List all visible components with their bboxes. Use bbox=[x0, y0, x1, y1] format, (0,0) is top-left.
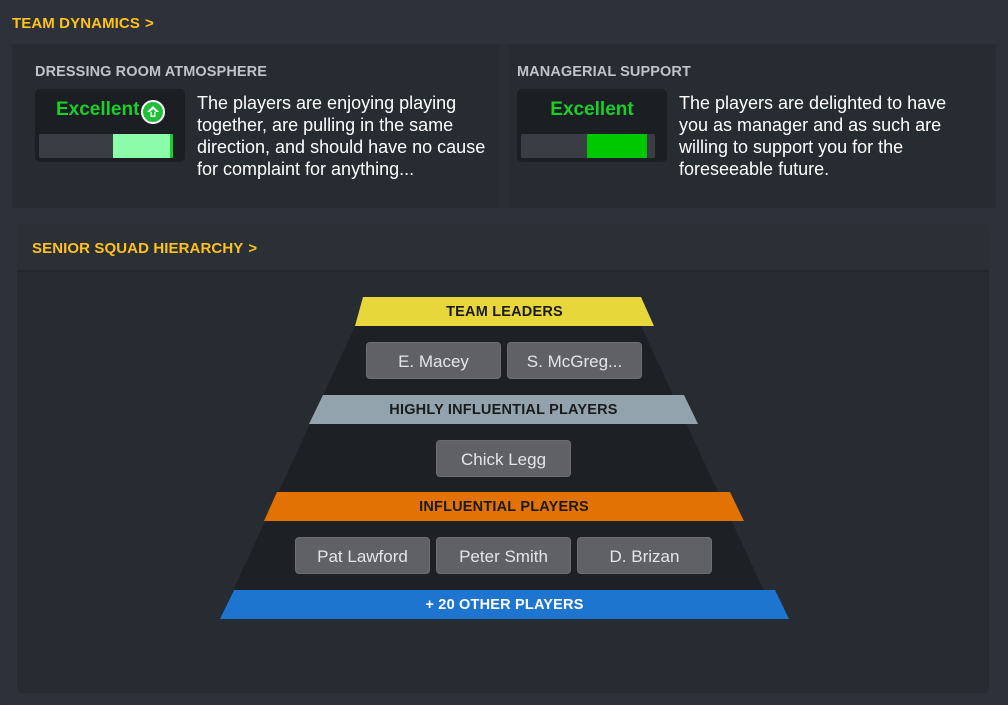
managerial-support-rating-box: Excellent bbox=[517, 89, 667, 162]
managerial-support-meter bbox=[521, 134, 655, 158]
managerial-support-rating: Excellent bbox=[550, 99, 634, 120]
managerial-support-meter-fill bbox=[586, 134, 647, 158]
player-chip-s-mcgregor[interactable]: S. McGreg... bbox=[507, 342, 642, 379]
tier-label-highly[interactable]: HIGHLY INFLUENTIAL PLAYERS bbox=[309, 402, 698, 418]
tier-label-other[interactable]: + 20 OTHER PLAYERS bbox=[220, 597, 789, 613]
dynamics-panel: DRESSING ROOM ATMOSPHERE Excellent The p… bbox=[12, 44, 996, 208]
managerial-support-description: The players are delighted to have you as… bbox=[679, 93, 947, 179]
managerial-support-title: MANAGERIAL SUPPORT bbox=[517, 64, 691, 80]
player-chip-peter-smith[interactable]: Peter Smith bbox=[436, 537, 571, 574]
player-chip-pat-lawford[interactable]: Pat Lawford bbox=[295, 537, 430, 574]
dressing-room-meter-fill bbox=[112, 134, 173, 158]
team-dynamics-header[interactable]: TEAM DYNAMICS > bbox=[12, 13, 154, 33]
dressing-room-description: The players are enjoying playing togethe… bbox=[197, 93, 486, 179]
player-chip-e-macey[interactable]: E. Macey bbox=[366, 342, 501, 379]
chevron-right-icon: > bbox=[144, 14, 154, 32]
player-chip-d-brizan[interactable]: D. Brizan bbox=[577, 537, 712, 574]
squad-hierarchy-panel: SENIOR SQUAD HIERARCHY > TEAM LEADERS E.… bbox=[17, 224, 989, 693]
dressing-room-card: DRESSING ROOM ATMOSPHERE Excellent The p… bbox=[12, 44, 498, 208]
tier-label-influential[interactable]: INFLUENTIAL PLAYERS bbox=[264, 499, 744, 515]
dressing-room-title: DRESSING ROOM ATMOSPHERE bbox=[35, 64, 267, 80]
player-chip-chick-legg[interactable]: Chick Legg bbox=[436, 440, 571, 477]
dressing-room-meter bbox=[39, 134, 173, 158]
dressing-room-meter-edge bbox=[170, 134, 173, 158]
tier-label-leaders[interactable]: TEAM LEADERS bbox=[355, 304, 654, 320]
panel-divider bbox=[499, 44, 509, 208]
dressing-room-rating-box: Excellent bbox=[35, 89, 185, 162]
arrow-up-circle-icon bbox=[141, 100, 165, 124]
team-dynamics-screen: TEAM DYNAMICS > DRESSING ROOM ATMOSPHERE… bbox=[0, 0, 1008, 705]
managerial-support-card: MANAGERIAL SUPPORT Excellent The players… bbox=[510, 44, 996, 208]
team-dynamics-title: TEAM DYNAMICS bbox=[12, 14, 140, 32]
